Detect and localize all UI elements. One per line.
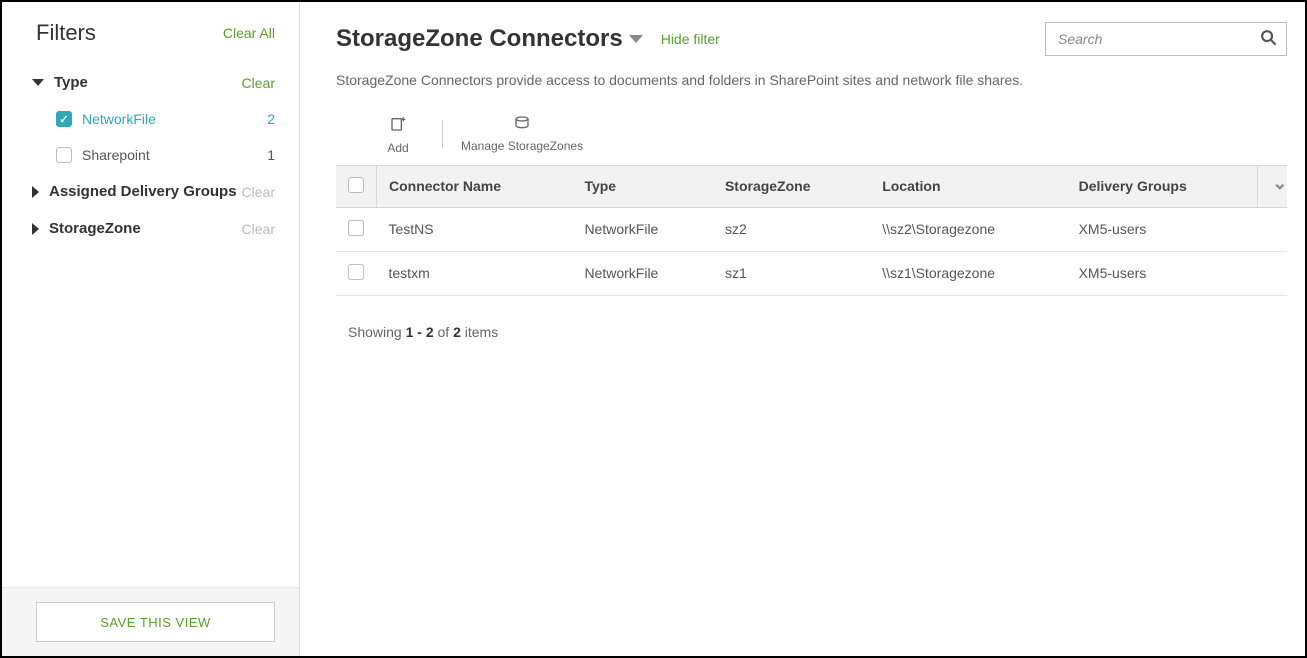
select-all-header[interactable]	[336, 165, 377, 207]
connectors-table: Connector Name Type StorageZone Location…	[336, 165, 1287, 296]
filter-group-assigned-delivery-groups[interactable]: Assigned Delivery Groups Clear	[2, 173, 299, 210]
pagination-summary: Showing 1 - 2 of 2 items	[336, 324, 1287, 340]
table-row[interactable]: testxm NetworkFile sz1 \\sz1\Storagezone…	[336, 251, 1287, 295]
col-type[interactable]: Type	[572, 165, 713, 207]
manage-storagezones-button[interactable]: Manage StorageZones	[457, 116, 587, 155]
manage-label: Manage StorageZones	[461, 139, 583, 155]
toolbar-separator	[442, 120, 443, 148]
filters-sidebar: Filters Clear All Type Clear NetworkFile…	[2, 2, 300, 656]
storage-icon	[514, 116, 530, 135]
cell-connector-name: testxm	[377, 251, 573, 295]
search-wrap	[1045, 22, 1287, 56]
cell-connector-name: TestNS	[377, 207, 573, 251]
chevron-right-icon	[32, 186, 39, 198]
clear-all-link[interactable]: Clear All	[223, 25, 275, 41]
cell-storagezone: sz1	[713, 251, 870, 295]
add-label: Add	[387, 141, 408, 157]
clear-sz-link: Clear	[242, 221, 275, 237]
cell-location: \\sz1\Storagezone	[870, 251, 1066, 295]
page-description: StorageZone Connectors provide access to…	[336, 72, 1287, 88]
add-icon	[390, 116, 406, 137]
column-options[interactable]	[1257, 165, 1287, 207]
filter-group-label: StorageZone	[49, 220, 141, 237]
cell-delivery-groups: XM5-users	[1067, 207, 1257, 251]
col-delivery-groups[interactable]: Delivery Groups	[1067, 165, 1257, 207]
cell-delivery-groups: XM5-users	[1067, 251, 1257, 295]
cell-location: \\sz2\Storagezone	[870, 207, 1066, 251]
search-input[interactable]	[1045, 22, 1287, 56]
page-title-text: StorageZone Connectors	[336, 25, 623, 53]
page-title[interactable]: StorageZone Connectors	[336, 25, 643, 53]
main-content: StorageZone Connectors Hide filter Stora…	[300, 2, 1305, 656]
table-row[interactable]: TestNS NetworkFile sz2 \\sz2\Storagezone…	[336, 207, 1287, 251]
filter-item-label: NetworkFile	[82, 111, 156, 127]
filter-group-type[interactable]: Type Clear	[2, 64, 299, 101]
search-icon[interactable]	[1260, 29, 1277, 49]
dropdown-icon	[629, 35, 643, 43]
save-view-button[interactable]: SAVE THIS VIEW	[36, 602, 275, 642]
filter-item-label: Sharepoint	[82, 147, 150, 163]
cell-storagezone: sz2	[713, 207, 870, 251]
clear-adg-link: Clear	[242, 184, 275, 200]
filter-group-label: Assigned Delivery Groups	[49, 183, 237, 200]
col-storagezone[interactable]: StorageZone	[713, 165, 870, 207]
filter-item-networkfile[interactable]: NetworkFile 2	[2, 101, 299, 137]
checkbox-checked-icon[interactable]	[56, 111, 72, 127]
checkbox-icon[interactable]	[56, 147, 72, 163]
cell-type: NetworkFile	[572, 207, 713, 251]
col-connector-name[interactable]: Connector Name	[377, 165, 573, 207]
filter-group-label: Type	[54, 74, 88, 91]
filter-item-count: 2	[267, 111, 275, 127]
hide-filter-link[interactable]: Hide filter	[661, 31, 720, 47]
filter-group-storagezone[interactable]: StorageZone Clear	[2, 210, 299, 247]
cell-type: NetworkFile	[572, 251, 713, 295]
chevron-down-icon	[32, 79, 44, 86]
chevron-right-icon	[32, 223, 39, 235]
filter-item-sharepoint[interactable]: Sharepoint 1	[2, 137, 299, 173]
toolbar: Add Manage StorageZones	[336, 116, 1287, 157]
checkbox-icon[interactable]	[348, 220, 364, 236]
checkbox-icon[interactable]	[348, 264, 364, 280]
filters-title: Filters	[36, 20, 96, 46]
filter-item-count: 1	[267, 147, 275, 163]
clear-type-link[interactable]: Clear	[242, 75, 275, 91]
col-location[interactable]: Location	[870, 165, 1066, 207]
table-header-row: Connector Name Type StorageZone Location…	[336, 165, 1287, 207]
checkbox-icon[interactable]	[348, 177, 364, 193]
add-button[interactable]: Add	[368, 116, 428, 157]
